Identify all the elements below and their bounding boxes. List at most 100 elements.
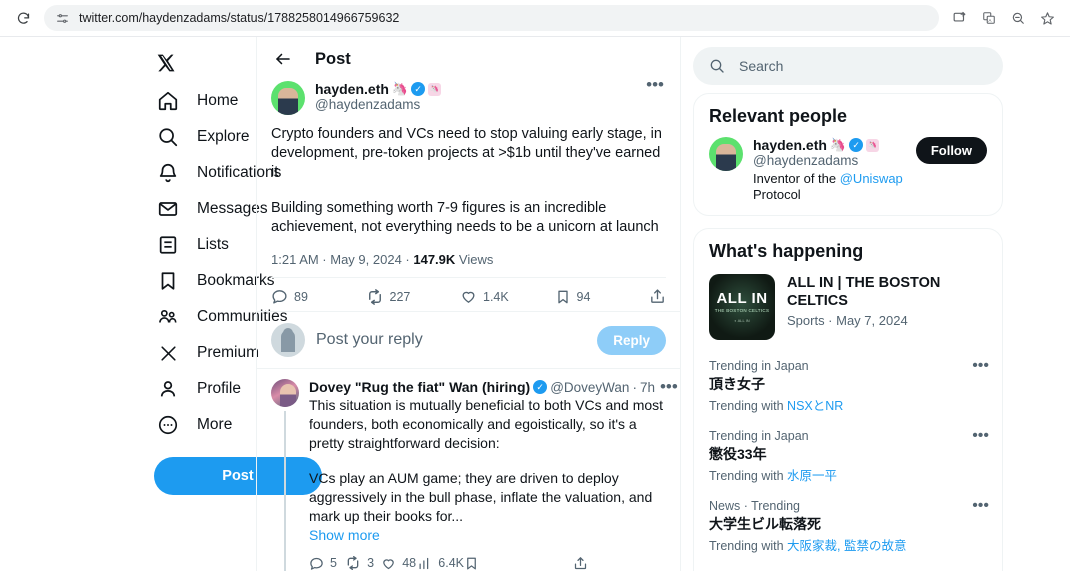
relevant-person-display-name[interactable]: hayden.eth: [753, 137, 827, 153]
list-icon: [156, 233, 180, 257]
sidebar-item-lists[interactable]: Lists: [154, 227, 256, 263]
reload-icon[interactable]: [10, 5, 36, 31]
like-action[interactable]: 1.4K: [460, 288, 555, 305]
avatar[interactable]: [709, 137, 743, 171]
trend-item[interactable]: ••• Trending in Japan 懲役33年 Trending wit…: [694, 424, 1002, 494]
trend-with-prefix: Trending with: [709, 399, 788, 413]
person-icon: [156, 377, 180, 401]
follow-button[interactable]: Follow: [915, 137, 987, 164]
more-options-icon[interactable]: •••: [644, 76, 666, 93]
sidebar-item-messages[interactable]: Messages: [154, 191, 268, 227]
more-options-icon[interactable]: •••: [972, 498, 989, 514]
thumb-line-2: THE BOSTON CELTICS: [714, 308, 770, 313]
trend-name: 懲役33年: [709, 446, 767, 462]
sidebar-item-bookmarks[interactable]: Bookmarks: [154, 263, 275, 299]
x-logo[interactable]: [154, 43, 256, 83]
uniswap-affiliation-badge: 🦄: [428, 82, 442, 96]
search-box[interactable]: [693, 47, 1003, 85]
author-handle[interactable]: @haydenzadams: [315, 97, 634, 112]
trend-name: 頂き女子: [709, 376, 765, 392]
relevant-person-handle[interactable]: @haydenzadams: [753, 153, 906, 168]
address-bar[interactable]: twitter.com/haydenzadams/status/17882580…: [44, 5, 939, 31]
trend-with: Trending with NSXとNR: [709, 395, 987, 414]
verified-badge-icon: ✓: [533, 380, 548, 394]
retweet-action[interactable]: 227: [366, 288, 461, 306]
reply-action[interactable]: 5: [309, 556, 345, 571]
share-action[interactable]: [573, 556, 666, 571]
reply-input[interactable]: Post your reply: [316, 331, 586, 349]
back-arrow-icon[interactable]: [273, 49, 293, 69]
zoom-out-icon[interactable]: [1005, 5, 1031, 31]
cast-icon[interactable]: [947, 5, 973, 31]
trend-item[interactable]: ••• News · Trending 大学生ビル転落死 Trending wi…: [694, 494, 1002, 564]
post-views-label: Views: [455, 252, 494, 267]
share-action[interactable]: [649, 288, 666, 305]
address-bar-url: twitter.com/haydenzadams/status/17882580…: [79, 11, 400, 25]
site-settings-icon[interactable]: [56, 12, 69, 25]
reply-paragraph: This situation is mutually beneficial to…: [309, 397, 664, 451]
post-timestamp: 1:21 AM · May 9, 2024 ·: [271, 252, 414, 267]
right-sidebar: Relevant people hayden.eth 🦄 ✓ 🦄 @hayden…: [681, 37, 1011, 571]
reply-action-bar: 5 3 48 6.4K: [309, 549, 666, 571]
reply-count: 89: [294, 289, 308, 304]
sidebar-item-explore[interactable]: Explore: [154, 119, 256, 155]
bookmark-star-icon[interactable]: [1034, 5, 1060, 31]
show-more-trends-link[interactable]: Show more: [694, 564, 1002, 571]
reply-paragraph: VCs play an AUM game; they are driven to…: [309, 470, 653, 524]
trend-with-prefix: Trending with: [709, 469, 788, 483]
mail-icon: [156, 197, 180, 221]
reply-handle[interactable]: @DoveyWan: [550, 380, 629, 395]
search-input[interactable]: [739, 58, 987, 74]
sidebar-item-label: Home: [197, 92, 239, 109]
trend-name: 大学生ビル転落死: [709, 516, 821, 532]
avatar[interactable]: [271, 379, 299, 407]
reply-display-name[interactable]: Dovey "Rug the fiat" Wan (hiring): [309, 379, 530, 395]
views-action[interactable]: 6.4K: [417, 556, 464, 571]
sidebar-item-label: Premium: [197, 344, 260, 361]
avatar[interactable]: [271, 81, 305, 115]
sidebar-item-profile[interactable]: Profile: [154, 371, 256, 407]
trend-with-links[interactable]: NSXとNR: [787, 399, 843, 413]
trend-hero-item[interactable]: ALL IN THE BOSTON CELTICS ◐ ALL IN ALL I…: [694, 270, 1002, 354]
reply-action[interactable]: 89: [271, 288, 366, 305]
like-count: 48: [402, 556, 417, 570]
reply-tail-icons: [464, 556, 666, 571]
reply-body: This situation is mutually beneficial to…: [309, 396, 666, 545]
main-post: hayden.eth 🦄 ✓ 🦄 @haydenzadams ••• Crypt…: [257, 73, 680, 311]
bio-mention-link[interactable]: @Uniswap: [840, 171, 903, 186]
sidebar-item-notifications[interactable]: Notifications: [154, 155, 281, 191]
x-icon: [156, 341, 180, 365]
verified-badge-icon: ✓: [411, 82, 426, 96]
trend-with-prefix: Trending with: [709, 539, 788, 553]
reply-submit-button[interactable]: Reply: [597, 325, 666, 355]
bookmark-action[interactable]: 94: [555, 289, 650, 305]
reply-composer[interactable]: Post your reply Reply: [257, 311, 680, 369]
trend-with-links[interactable]: 大阪家裁, 監禁の故意: [787, 539, 906, 553]
bookmark-action[interactable]: [464, 556, 557, 571]
more-circle-icon: [156, 413, 180, 437]
sidebar-item-communities[interactable]: Communities: [154, 299, 287, 335]
post-paragraph: Building something worth 7-9 figures is …: [271, 200, 659, 235]
retweet-count: 3: [367, 556, 375, 570]
whats-happening-card: What's happening ALL IN THE BOSTON CELTI…: [693, 228, 1003, 571]
trend-hero-sub: Sports · May 7, 2024: [787, 313, 908, 328]
author-display-name[interactable]: hayden.eth: [315, 81, 389, 97]
sidebar-item-more[interactable]: More: [154, 407, 256, 443]
relevant-people-title: Relevant people: [709, 106, 848, 126]
more-options-icon[interactable]: •••: [658, 378, 680, 395]
sidebar-item-premium[interactable]: Premium: [154, 335, 260, 371]
trend-with-links[interactable]: 水原一平: [787, 469, 837, 483]
translate-icon[interactable]: A: [976, 5, 1002, 31]
sidebar-item-home[interactable]: Home: [154, 83, 256, 119]
search-section: [693, 37, 1003, 93]
more-options-icon[interactable]: •••: [972, 428, 989, 444]
show-more-link[interactable]: Show more: [309, 526, 666, 545]
trend-item[interactable]: ••• Trending in Japan 頂き女子 Trending with…: [694, 354, 1002, 424]
post-views-count: 147.9K: [413, 252, 456, 267]
like-action[interactable]: 48: [381, 556, 417, 571]
trend-category: News · Trending: [709, 499, 801, 513]
more-options-icon[interactable]: •••: [972, 358, 989, 374]
communities-icon: [156, 305, 180, 329]
browser-toolbar: twitter.com/haydenzadams/status/17882580…: [0, 0, 1070, 37]
retweet-action[interactable]: 3: [345, 555, 381, 571]
